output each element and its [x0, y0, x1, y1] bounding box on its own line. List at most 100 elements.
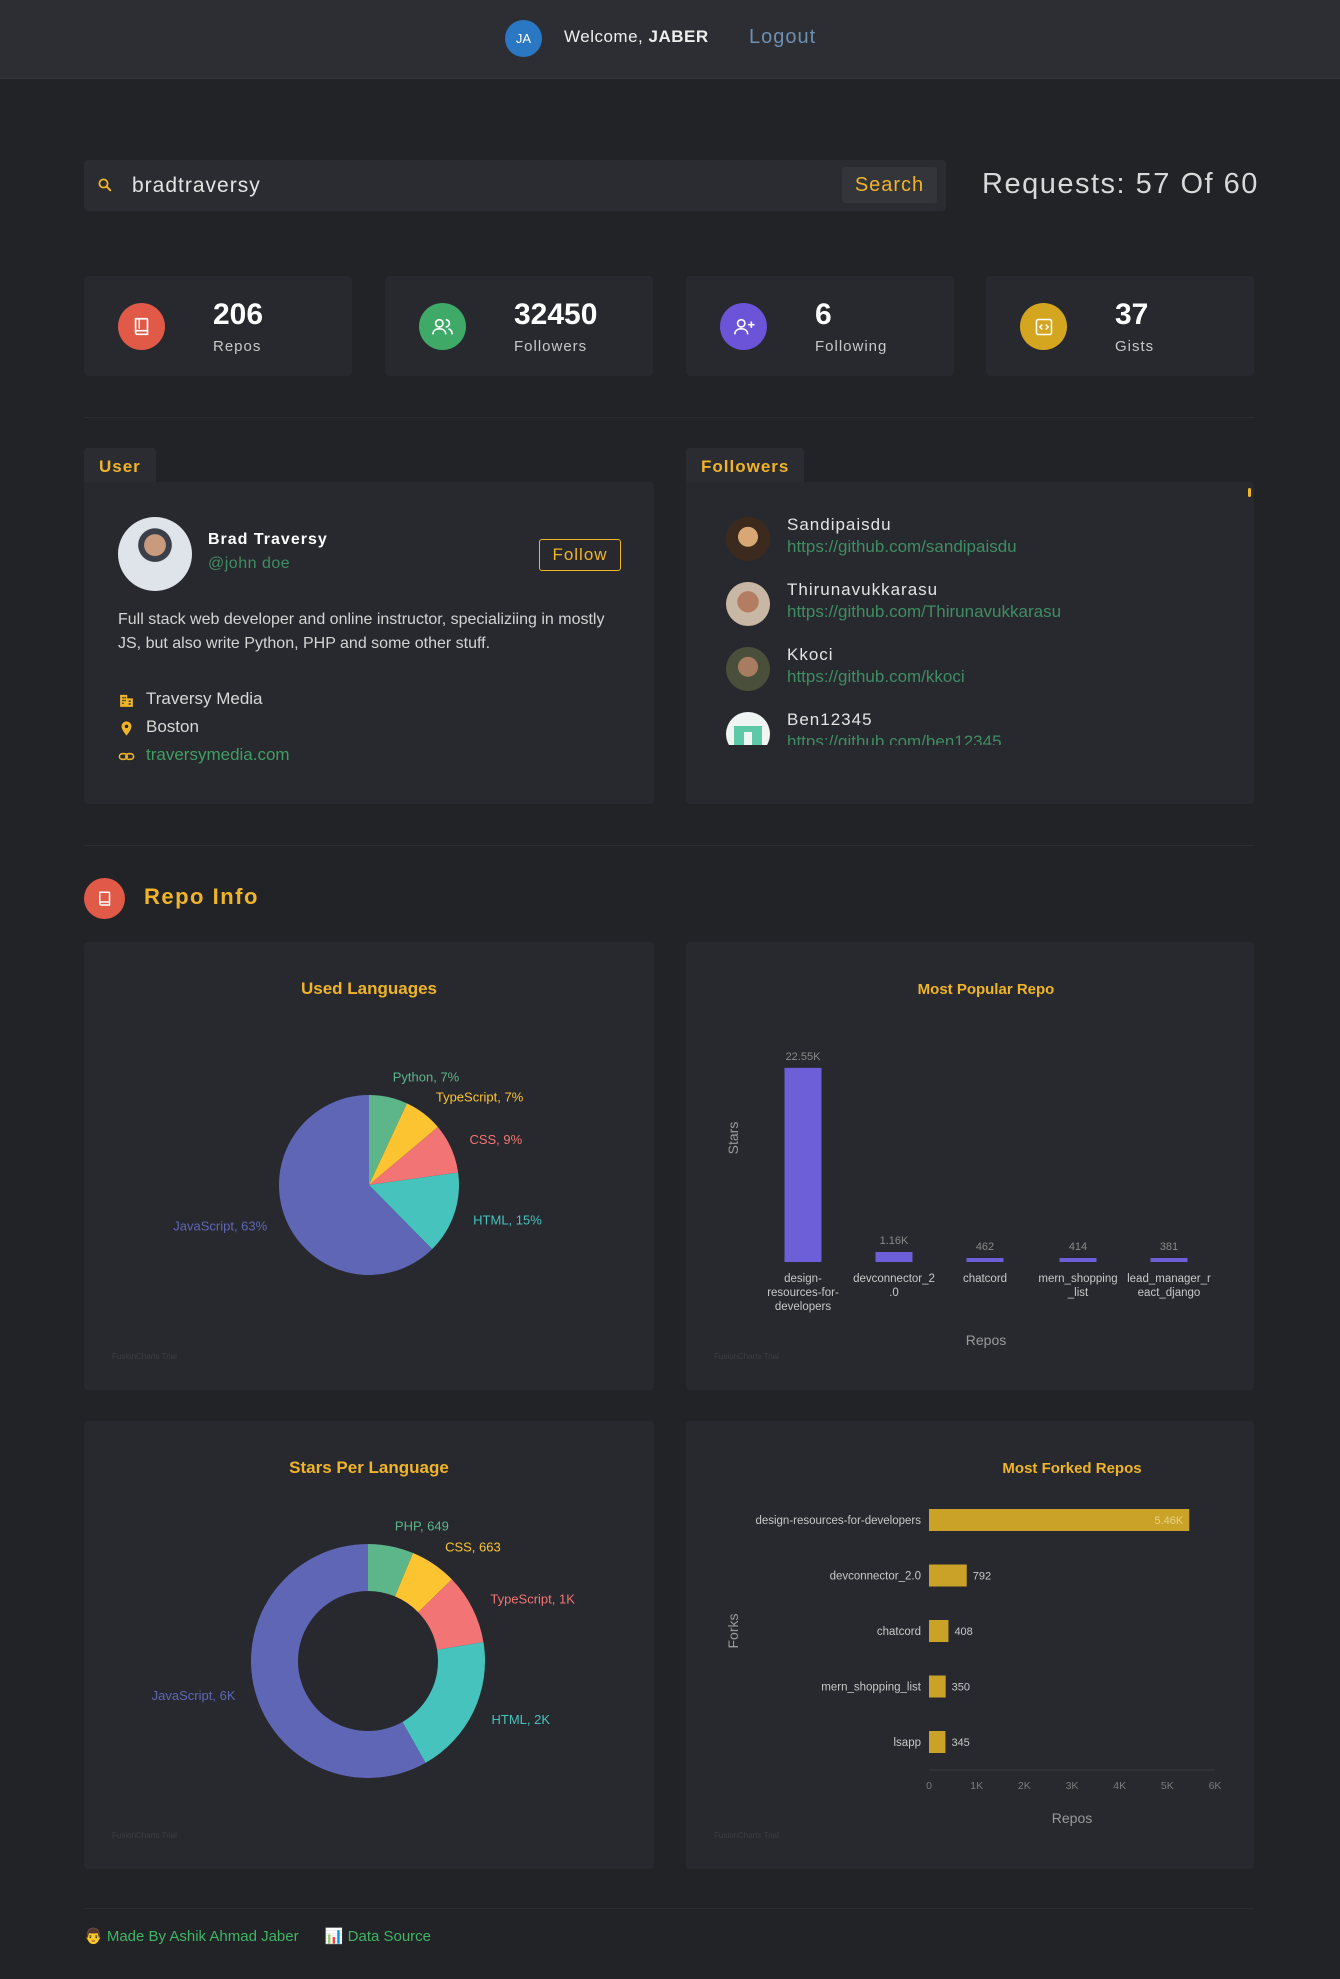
bar: [875, 1252, 913, 1262]
stat-label: Gists: [1115, 338, 1155, 355]
x-tick-label: mern_shopping: [1038, 1273, 1117, 1285]
bar-chart: Most Forked Repos Forks Repos 0 1K 2K 3K 4K 5…: [725, 1460, 1222, 1826]
bar-value-label: 408: [954, 1626, 972, 1638]
follower-url[interactable]: https://github.com/sandipaisdu: [787, 537, 1017, 557]
y-tick-label: chatcord: [877, 1626, 921, 1638]
avatar[interactable]: JA: [505, 20, 542, 57]
x-tick-label: 4K: [1113, 1780, 1126, 1792]
list-item[interactable]: Thirunavukkarasu https://github.com/Thir…: [726, 580, 1226, 630]
slice-label: JavaScript, 6K: [152, 1688, 236, 1703]
building-icon: [120, 694, 133, 707]
data-source-link[interactable]: 📊 Data Source: [325, 1928, 431, 1945]
follower-avatar: [726, 712, 770, 745]
x-tick-label: developers: [775, 1301, 832, 1313]
bar: [784, 1067, 822, 1262]
chart-most-popular-repo: Most Popular Repo Stars Repos 22.55K desi…: [686, 942, 1254, 1390]
slice-label: PHP, 649: [395, 1519, 449, 1534]
search-bar: Search: [84, 160, 946, 211]
user-bio: Full stack web developer and online inst…: [118, 611, 605, 652]
search-input[interactable]: [130, 168, 694, 204]
bar: [966, 1258, 1004, 1262]
follower-name: Ben12345: [787, 710, 873, 729]
welcome-prefix: Welcome,: [564, 27, 644, 46]
company-text: Traversy Media: [146, 689, 263, 708]
stat-value: 37: [1115, 298, 1149, 331]
follower-url[interactable]: https://github.com/Thirunavukkarasu: [787, 602, 1061, 622]
chart-used-languages: Used Languages Python, 7% TypeScript, 7% C…: [84, 942, 654, 1390]
follower-avatar: [726, 647, 770, 691]
y-tick-label: devconnector_2.0: [830, 1571, 921, 1583]
bar-value-label: 350: [952, 1682, 970, 1694]
chart-title: Used Languages: [301, 979, 437, 998]
search-button[interactable]: Search: [842, 167, 937, 203]
chart-title: Stars Per Language: [289, 1458, 449, 1477]
slice-label: JavaScript, 63%: [173, 1219, 267, 1234]
bar-value-label: 381: [1160, 1241, 1178, 1253]
slice-label: HTML, 15%: [473, 1212, 542, 1227]
x-axis-label: Repos: [966, 1332, 1006, 1348]
follow-button[interactable]: Follow: [539, 539, 621, 571]
list-item[interactable]: Ben12345 https://github.com/ben12345: [726, 710, 1226, 745]
footer-credit-link[interactable]: 👨 Made By Ashik Ahmad Jaber: [84, 1928, 299, 1945]
x-tick-label: _list: [1067, 1287, 1089, 1299]
x-tick-label: 6K: [1209, 1780, 1222, 1792]
follower-url[interactable]: https://github.com/ben12345: [787, 732, 1002, 745]
bar: [1059, 1258, 1097, 1262]
x-tick-label: 1K: [970, 1780, 983, 1792]
bar: [929, 1620, 949, 1642]
chart-stars-per-language: Stars Per Language PHP, 649 CSS, 663 TypeS…: [84, 1421, 654, 1869]
stat-label: Followers: [514, 338, 588, 355]
blog-link[interactable]: traversymedia.com: [146, 745, 290, 765]
slice-label: Python, 7%: [393, 1070, 460, 1085]
x-tick-label: 0: [926, 1780, 932, 1792]
welcome-text: Welcome, JABER: [564, 27, 709, 47]
bar: [929, 1731, 946, 1753]
follower-name: Sandipaisdu: [787, 515, 892, 534]
stat-card-repos: 206 Repos: [84, 276, 352, 376]
bar-value-label: 22.55K: [786, 1051, 822, 1063]
x-tick-label: lead_manager_r: [1127, 1273, 1211, 1285]
stat-label: Following: [815, 338, 888, 355]
followers-list[interactable]: Sandipaisdu https://github.com/sandipais…: [686, 505, 1246, 745]
logout-button[interactable]: Logout: [749, 26, 816, 49]
chart-most-forked-repos: Most Forked Repos Forks Repos 0 1K 2K 3K 4K 5…: [686, 1421, 1254, 1869]
tab-followers: Followers: [686, 448, 805, 482]
location-text: Boston: [146, 717, 199, 736]
x-tick-label: 3K: [1066, 1780, 1079, 1792]
x-tick-label: .0: [889, 1287, 899, 1299]
welcome-name: JABER: [648, 27, 709, 46]
link-icon: [118, 752, 135, 761]
rate-limit-text: Requests: 57 Of 60: [982, 168, 1259, 200]
list-item[interactable]: Sandipaisdu https://github.com/sandipais…: [726, 515, 1226, 565]
chart-watermark: FusionCharts Trial: [714, 1831, 779, 1840]
slice-label: CSS, 9%: [469, 1132, 522, 1147]
x-tick-label: resources-for-: [767, 1287, 839, 1299]
chart-title: Most Popular Repo: [918, 981, 1055, 998]
chart-watermark: FusionCharts Trial: [112, 1831, 177, 1840]
bar: [929, 1509, 1190, 1531]
stat-value: 6: [815, 298, 832, 331]
top-navbar: JA Welcome, JABER Logout: [0, 0, 1340, 79]
bar-value-label: 462: [976, 1241, 994, 1253]
divider: [84, 845, 1254, 846]
chart-title: Most Forked Repos: [1002, 1460, 1141, 1477]
divider: [84, 417, 1254, 418]
follower-url[interactable]: https://github.com/kkoci: [787, 667, 965, 687]
user-handle: @john doe: [208, 555, 291, 572]
chart-watermark: FusionCharts Trial: [714, 1352, 779, 1361]
followers-scrollbar[interactable]: [1248, 488, 1251, 497]
bar: [929, 1564, 967, 1587]
bar-value-label: 5.46K: [1155, 1515, 1184, 1527]
follower-name: Kkoci: [787, 645, 834, 664]
slice-label: TypeScript, 7%: [436, 1090, 524, 1105]
stat-card-followers: 32450 Followers: [385, 276, 653, 376]
search-icon: [98, 178, 112, 192]
location-pin-icon: [121, 721, 132, 736]
x-tick-label: 5K: [1161, 1780, 1174, 1792]
list-item[interactable]: Kkoci https://github.com/kkoci: [726, 645, 1226, 695]
x-tick-label: eact_django: [1138, 1287, 1201, 1299]
x-tick-label: design-: [784, 1273, 822, 1285]
bar-value-label: 1.16K: [880, 1235, 909, 1247]
slice-label: HTML, 2K: [492, 1712, 551, 1727]
divider: [84, 1908, 1254, 1909]
